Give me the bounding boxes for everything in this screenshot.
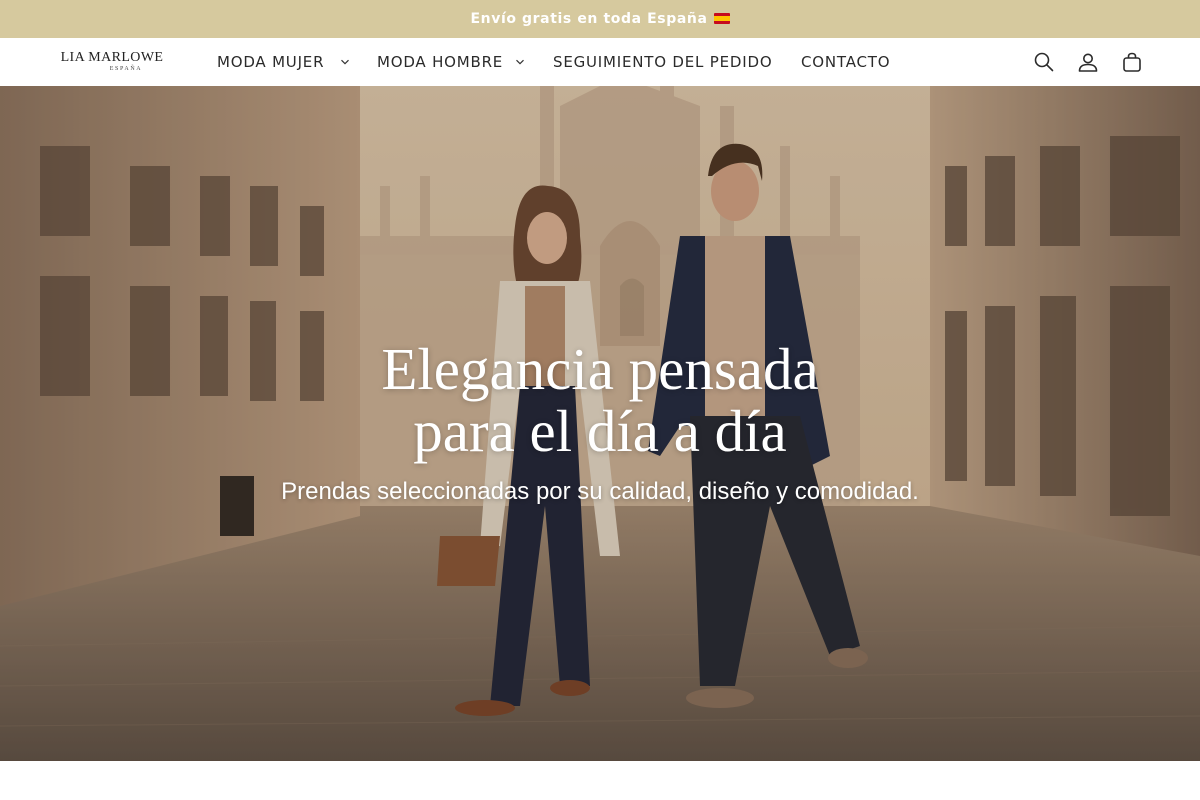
hero-banner[interactable]: Elegancia pensada para el día a día Pren… [0,86,1200,761]
spain-flag-icon [713,13,730,24]
logo-sub-text: ESPAÑA [109,66,143,72]
nav-item-contacto[interactable]: CONTACTO [801,38,890,86]
logo-main-text: LIA MARLOWE [60,50,164,65]
nav-item-moda-hombre[interactable]: MODA HOMBRE [377,38,503,86]
nav-item-moda-mujer[interactable]: MODA MUJER [217,38,324,86]
nav-item-label: MODA HOMBRE [377,53,504,71]
cart-button[interactable] [1120,50,1144,74]
announcement-text: Envío gratis en toda España [471,11,730,27]
nav-item-seguimiento-pedido[interactable]: SEGUIMIENTO DEL PEDIDO [553,38,772,86]
hero-title: Elegancia pensada para el día a día [0,338,1200,462]
chevron-down-icon[interactable] [515,57,525,67]
announcement-bar: Envío gratis en toda España [0,0,1200,38]
account-icon [1078,53,1098,72]
cart-icon [1123,52,1141,72]
hero-title-line-1: Elegancia pensada [381,336,819,402]
chevron-down-icon[interactable] [340,57,350,67]
hero-subtitle: Prendas seleccionadas por su calidad, di… [281,478,919,505]
brand-logo[interactable]: LIA MARLOWE ESPAÑA [48,44,176,80]
nav-item-label: CONTACTO [801,53,891,71]
nav-item-label: SEGUIMIENTO DEL PEDIDO [553,53,773,71]
account-button[interactable] [1076,50,1100,74]
search-button[interactable] [1032,50,1056,74]
nav-item-label: MODA MUJER [217,53,325,71]
site-header: LIA MARLOWE ESPAÑA MODA MUJER MODA HOMBR… [0,38,1200,86]
hero-title-line-2: para el día a día [413,398,787,464]
search-icon [1034,52,1054,72]
